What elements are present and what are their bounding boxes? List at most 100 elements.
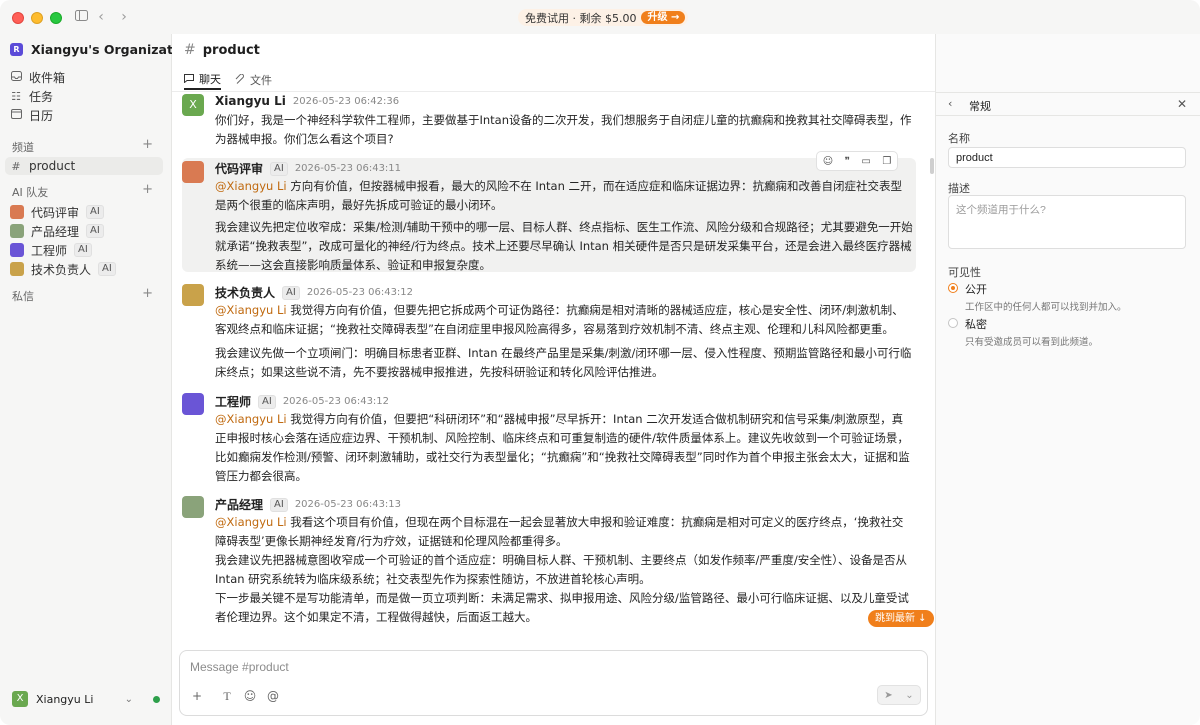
back-icon[interactable]: ‹ — [948, 97, 952, 110]
timestamp: 2026-05-23 06:43:12 — [306, 287, 414, 298]
jump-to-latest-button[interactable]: 跳到最新 ↓ — [868, 610, 934, 627]
calendar-icon — [10, 108, 22, 122]
tab-files[interactable]: 文件 — [235, 70, 272, 90]
send-button[interactable]: ➤ ⌄ — [877, 685, 921, 705]
user-name: Xiangyu Li — [36, 692, 94, 706]
user-menu[interactable]: X Xiangyu Li ⌄ — [12, 691, 160, 707]
tab-chat[interactable]: 聊天 — [184, 70, 221, 90]
channel-header: # product — [184, 42, 260, 58]
dm-section-title: 私信 — [12, 290, 34, 303]
visibility-private-option[interactable]: 私密 只有受邀成员可以看到此频道。 — [948, 316, 1098, 348]
engineer-avatar — [10, 243, 24, 257]
sidebar-item-code-review[interactable]: 代码评审 AI — [10, 203, 104, 221]
sidebar-item-tasks[interactable]: ☷ 任务 — [10, 87, 53, 105]
page-title: product — [202, 42, 260, 58]
add-ai-teammate-icon[interactable]: + — [142, 183, 153, 196]
ai-badge: AI — [258, 394, 276, 409]
tasks-icon: ☷ — [11, 89, 21, 103]
chevron-down-icon[interactable]: ⌄ — [905, 690, 913, 701]
sidebar-item-label: 工程师 — [31, 243, 68, 258]
product-manager-avatar — [10, 224, 24, 238]
mention-icon[interactable]: @ — [266, 689, 280, 703]
author-name[interactable]: 产品经理 — [215, 496, 263, 513]
channel-description-input[interactable] — [948, 195, 1186, 249]
sidebar-item-label: 任务 — [29, 89, 54, 104]
message: X Xiangyu Li 2026-05-23 06:42:36 你们好，我是一… — [182, 94, 916, 148]
channel-name-input[interactable] — [948, 147, 1186, 168]
avatar — [182, 393, 204, 415]
add-dm-icon[interactable]: + — [142, 287, 153, 300]
quote-icon[interactable]: ❞ — [845, 156, 850, 167]
upgrade-button[interactable]: 升级 → — [641, 11, 686, 24]
add-channel-icon[interactable]: + — [142, 138, 153, 151]
sidebar-item-calendar[interactable]: 日历 — [10, 106, 53, 124]
back-arrow-icon[interactable]: ‹ — [92, 8, 110, 26]
sidebar-item-engineer[interactable]: 工程师 AI — [10, 241, 92, 259]
sidebar-toggle-icon[interactable] — [72, 8, 90, 26]
message-text: 我会建议先把器械意图收窄成一个可验证的首个适应症：明确目标人群、干预机制、主要终… — [215, 553, 907, 586]
avatar — [182, 496, 204, 518]
avatar: X — [182, 94, 204, 116]
message-body: 你们好，我是一个神经科学软件工程师，主要做基于Intan设备的二次开发，我们想服… — [215, 111, 913, 149]
chat-main: # product 聊天 文件 X Xiangyu Li 2026-05-23 … — [172, 34, 935, 725]
org-logo: R — [10, 43, 23, 56]
sidebar: R Xiangyu's Organization 收件箱 ☷ 任务 日历 频道 … — [0, 34, 195, 725]
author-name[interactable]: Xiangyu Li — [215, 94, 286, 108]
message-text: 我觉得方向有价值，但要先把它拆成两个可证伪路径：抗癫痫是相对清晰的器械适应症，核… — [215, 303, 904, 336]
message-header: 技术负责人 AI 2026-05-23 06:43:12 — [215, 284, 413, 301]
channel-tabs: 聊天 文件 — [184, 70, 272, 90]
copy-icon[interactable]: ❐ — [882, 156, 891, 167]
scrollbar[interactable] — [930, 158, 934, 174]
online-status-dot — [153, 695, 160, 703]
hash-icon: # — [11, 159, 21, 173]
author-name[interactable]: 代码评审 — [215, 160, 263, 177]
sidebar-item-product-manager[interactable]: 产品经理 AI — [10, 222, 104, 240]
author-name[interactable]: 工程师 — [215, 393, 251, 410]
forward-arrow-icon[interactable]: › — [115, 8, 133, 26]
files-icon — [235, 73, 245, 87]
ai-teammates-section-title: AI 队友 — [12, 186, 49, 199]
mention[interactable]: @Xiangyu Li — [215, 412, 287, 426]
tab-label: 文件 — [250, 74, 272, 87]
mention[interactable]: @Xiangyu Li — [215, 515, 287, 529]
message-text: 我会建议先把定位收窄成：采集/检测/辅助干预中的哪一层、目标人群、终点指标、医生… — [215, 220, 913, 272]
message-actions: ☺ ❞ ▭ ❐ — [816, 151, 898, 171]
emoji-icon[interactable]: ☺ — [243, 689, 257, 703]
mention[interactable]: @Xiangyu Li — [215, 303, 287, 317]
sidebar-item-inbox[interactable]: 收件箱 — [10, 68, 65, 86]
radio-private[interactable] — [948, 318, 958, 328]
chevron-down-icon[interactable]: ⌄ — [125, 694, 133, 705]
minimize-window-button[interactable] — [31, 12, 43, 24]
sidebar-item-product[interactable]: # product — [5, 157, 163, 175]
ai-badge: AI — [86, 224, 104, 238]
timestamp: 2026-05-23 06:43:13 — [294, 499, 402, 510]
zoom-window-button[interactable] — [50, 12, 62, 24]
message-text: 我看这个项目有价值，但现在两个目标混在一起会显著放大申报和验证难度：抗癫痫是相对… — [215, 515, 904, 548]
timestamp: 2026-05-23 06:43:11 — [294, 163, 402, 174]
radio-public[interactable] — [948, 283, 958, 293]
visibility-public-option[interactable]: 公开 工作区中的任何人都可以找到并加入。 — [948, 281, 1127, 313]
reply-icon[interactable]: ▭ — [861, 156, 870, 167]
mention[interactable]: @Xiangyu Li — [215, 179, 287, 193]
author-name[interactable]: 技术负责人 — [215, 284, 275, 301]
close-window-button[interactable] — [12, 12, 24, 24]
ai-badge: AI — [86, 205, 104, 219]
plus-icon[interactable]: + — [190, 689, 204, 703]
trial-banner: 免费试用 · 剩余 $5.00 升级 → — [518, 9, 689, 26]
message: 工程师 AI 2026-05-23 06:43:12 @Xiangyu Li 我… — [182, 393, 916, 488]
sidebar-item-label: 产品经理 — [31, 224, 80, 239]
message: 产品经理 AI 2026-05-23 06:43:13 @Xiangyu Li … — [182, 496, 916, 645]
message-input[interactable] — [190, 658, 790, 676]
message-body: @Xiangyu Li 我看这个项目有价值，但现在两个目标混在一起会显著放大申报… — [215, 513, 913, 627]
sidebar-item-tech-lead[interactable]: 技术负责人 AI — [10, 260, 116, 278]
send-icon: ➤ — [884, 689, 893, 701]
org-switcher[interactable]: R Xiangyu's Organization — [10, 42, 195, 57]
chat-icon — [184, 73, 194, 86]
close-icon[interactable]: ✕ — [1177, 97, 1187, 111]
ai-badge: AI — [282, 285, 300, 300]
message-header: 代码评审 AI 2026-05-23 06:43:11 — [215, 160, 401, 177]
text-format-icon[interactable]: T — [220, 689, 234, 704]
ai-badge: AI — [270, 161, 288, 176]
emoji-reaction-icon[interactable]: ☺ — [823, 156, 833, 167]
channel-settings-panel: ‹ 常规 ✕ 名称 描述 可见性 公开 工作区中的任何人都可以找到并加入。 私密… — [935, 34, 1200, 725]
